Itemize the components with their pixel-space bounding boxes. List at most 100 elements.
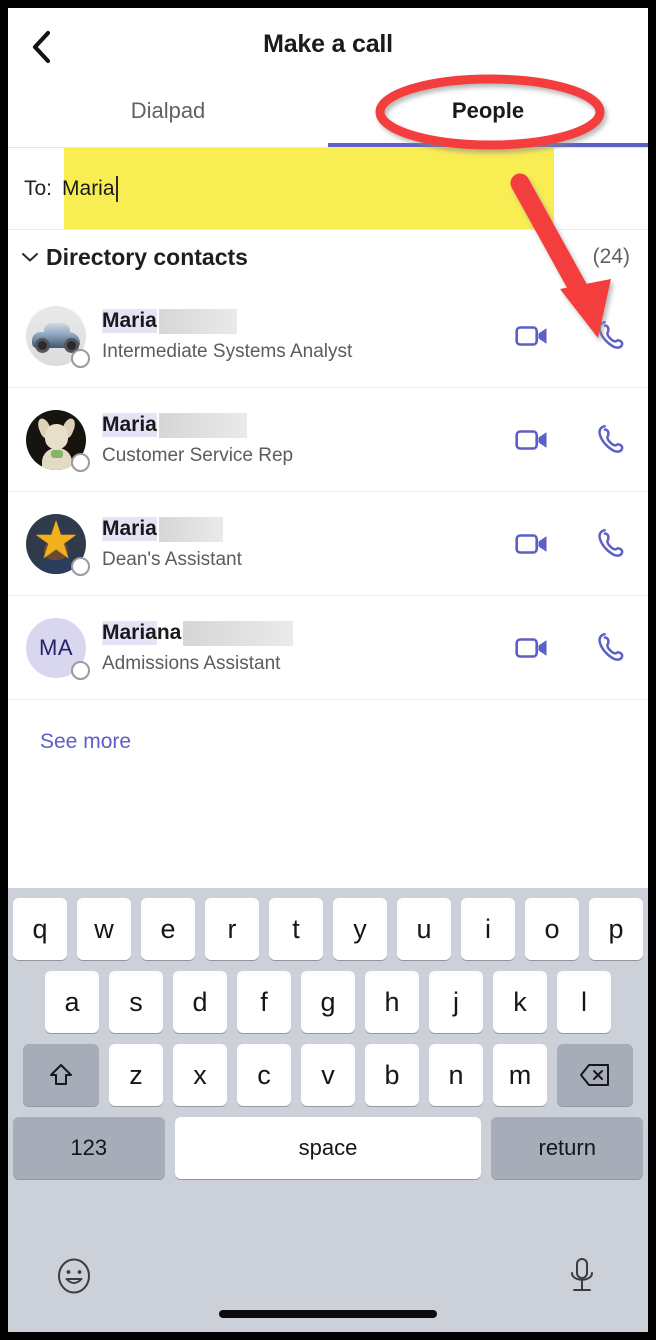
chevron-down-icon[interactable] [20,247,40,267]
phone-screenshot: Make a call Dialpad People To: Maria Dir… [0,0,656,1340]
presence-status-icon [71,452,90,472]
section-count: (24) [592,245,630,268]
name-match: Maria [102,621,157,645]
phone-handset-icon [598,528,624,557]
key-k[interactable]: k [493,971,547,1033]
key-e[interactable]: e [141,898,195,960]
video-call-button[interactable] [512,316,552,356]
tab-bar: Dialpad People [8,80,648,148]
tab-people[interactable]: People [328,80,648,148]
key-f[interactable]: f [237,971,291,1033]
name-match: Maria [102,309,157,333]
key-c[interactable]: c [237,1044,291,1106]
to-field-highlight [64,148,554,229]
key-z[interactable]: z [109,1044,163,1106]
dictation-button[interactable] [560,1254,604,1298]
contact-job-title: Admissions Assistant [102,652,281,674]
contact-list: Maria Intermediate Systems Analyst Maria… [8,284,648,700]
presence-status-icon [71,556,90,576]
key-o[interactable]: o [525,898,579,960]
home-indicator [219,1310,437,1318]
key-v[interactable]: v [301,1044,355,1106]
key-g[interactable]: g [301,971,355,1033]
phone-handset-icon [598,424,624,453]
key-y[interactable]: y [333,898,387,960]
table-row[interactable]: Maria Customer Service Rep [8,388,648,492]
numbers-key[interactable]: 123 [13,1117,165,1179]
presence-status-icon [71,660,90,680]
page-title: Make a call [263,29,393,58]
text-cursor [115,175,118,202]
key-r[interactable]: r [205,898,259,960]
audio-call-button[interactable] [590,524,630,564]
space-key[interactable]: space [174,1117,482,1179]
emoji-button[interactable] [52,1254,96,1298]
tab-dialpad[interactable]: Dialpad [8,80,328,148]
redacted-surname [158,516,223,542]
contact-job-title: Customer Service Rep [102,444,294,466]
keyboard-row-4: 123 space return [8,1117,648,1179]
video-call-button[interactable] [512,524,552,564]
key-n[interactable]: n [429,1044,483,1106]
table-row[interactable]: ★ Maria Dean's Assistant [8,492,648,596]
to-label: To: [24,176,53,200]
backspace-icon [580,1064,609,1086]
phone-handset-icon [598,632,624,661]
app-screen: Make a call Dialpad People To: Maria Dir… [8,8,648,1332]
audio-call-button[interactable] [590,316,630,356]
contact-job-title: Intermediate Systems Analyst [102,340,353,362]
avatar: MA [26,617,90,680]
keyboard-row-1: q w e r t y u i o p [8,898,648,960]
keyboard-row-2: a s d f g h j k l [8,971,648,1033]
avatar: ★ [26,513,90,576]
key-p[interactable]: p [589,898,643,960]
contact-name: Maria [102,516,502,542]
key-i[interactable]: i [461,898,515,960]
to-input[interactable]: Maria [62,177,115,201]
contact-job-title: Dean's Assistant [102,548,242,570]
backspace-key[interactable] [557,1044,633,1106]
key-q[interactable]: q [13,898,67,960]
audio-call-button[interactable] [590,420,630,460]
contact-name: Maria [102,308,502,334]
video-call-button[interactable] [512,420,552,460]
key-u[interactable]: u [397,898,451,960]
on-screen-keyboard: q w e r t y u i o p a s d f g h j k l z … [8,888,648,1332]
see-more-link[interactable]: See more [8,700,131,754]
presence-status-icon [71,348,90,368]
name-match: Maria [102,517,157,541]
name-match: Maria [102,413,157,437]
keyboard-row-3: z x c v b n m [8,1044,648,1106]
video-camera-icon [515,637,547,658]
avatar [26,409,90,472]
key-m[interactable]: m [493,1044,547,1106]
table-row[interactable]: MA Maria na Admissions Assistant [8,596,648,700]
section-title: Directory contacts [46,243,248,270]
key-x[interactable]: x [173,1044,227,1106]
key-a[interactable]: a [45,971,99,1033]
smiley-face-icon [58,1258,90,1294]
key-d[interactable]: d [173,971,227,1033]
contact-name: Maria na [102,620,502,646]
shift-arrow-icon [50,1064,72,1085]
key-h[interactable]: h [365,971,419,1033]
app-header: Make a call [8,8,648,80]
directory-contacts-header[interactable]: Directory contacts (24) [8,230,648,284]
to-field-row[interactable]: To: Maria [8,148,648,230]
key-w[interactable]: w [77,898,131,960]
back-button[interactable] [18,24,64,70]
video-call-button[interactable] [512,628,552,668]
redacted-surname [183,620,294,646]
key-t[interactable]: t [269,898,323,960]
shift-key[interactable] [23,1044,99,1106]
video-camera-icon [515,429,547,450]
key-j[interactable]: j [429,971,483,1033]
video-camera-icon [515,533,547,554]
key-s[interactable]: s [109,971,163,1033]
return-key[interactable]: return [491,1117,643,1179]
table-row[interactable]: Maria Intermediate Systems Analyst [8,284,648,388]
microphone-icon [571,1258,593,1291]
key-b[interactable]: b [365,1044,419,1106]
key-l[interactable]: l [557,971,611,1033]
audio-call-button[interactable] [590,628,630,668]
